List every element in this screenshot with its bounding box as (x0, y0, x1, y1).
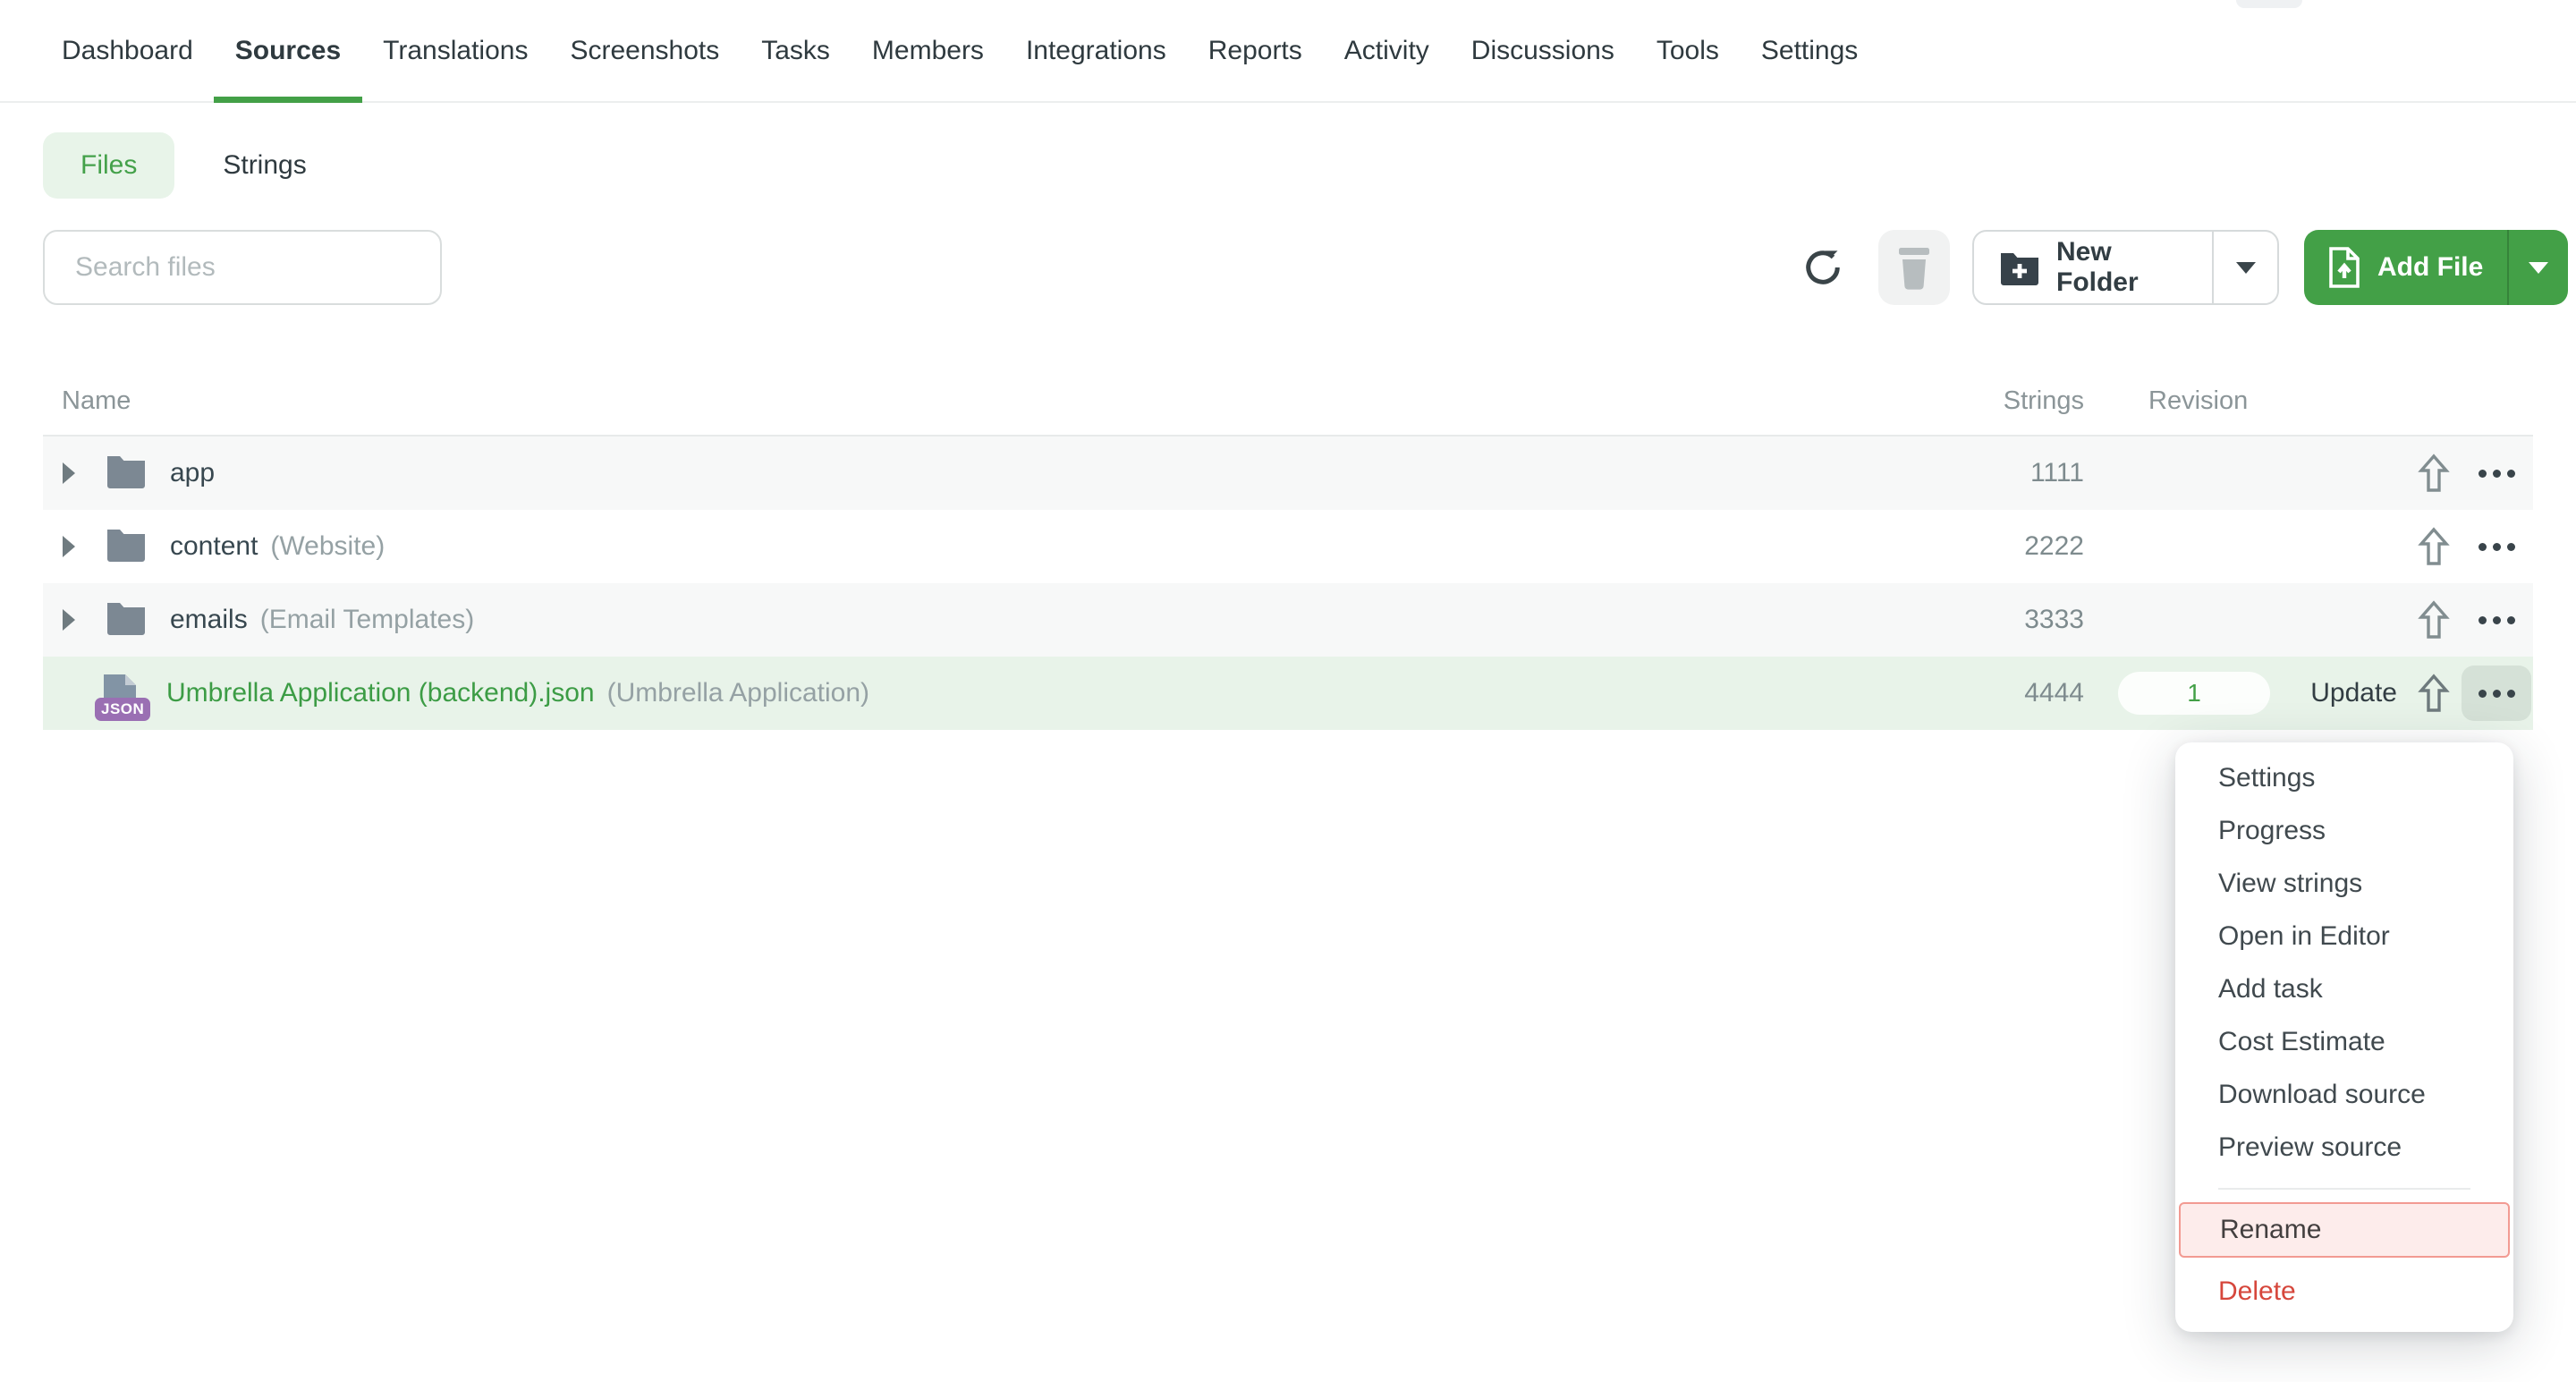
chevron-down-icon (2529, 262, 2548, 274)
folder-name[interactable]: content (170, 531, 258, 562)
folder-note: (Email Templates) (260, 605, 475, 635)
nav-item-members[interactable]: Members (872, 0, 984, 101)
expand-caret-icon[interactable] (63, 536, 89, 557)
menu-item-settings[interactable]: Settings (2175, 751, 2513, 804)
view-tabs: Files Strings (43, 132, 344, 199)
nav-item-dashboard[interactable]: Dashboard (62, 0, 193, 101)
upload-icon[interactable] (2413, 598, 2454, 642)
upload-icon[interactable] (2413, 524, 2454, 569)
folder-icon (106, 526, 147, 567)
expand-caret-icon[interactable] (63, 609, 89, 631)
table-row-emails[interactable]: emails (Email Templates) 3333 (43, 583, 2533, 657)
file-upload-icon (2327, 246, 2361, 289)
add-file-split-button: Add File (2304, 230, 2568, 305)
top-edge-artifact (2236, 0, 2302, 8)
nav-item-discussions[interactable]: Discussions (1471, 0, 1614, 101)
chevron-down-icon (2236, 262, 2256, 274)
refresh-icon (1800, 244, 1846, 291)
folder-icon (106, 599, 147, 640)
revision-badge[interactable]: 1 (2118, 672, 2270, 715)
menu-item-download-source[interactable]: Download source (2175, 1068, 2513, 1121)
strings-count: 4444 (1887, 678, 2084, 708)
add-file-label: Add File (2377, 252, 2483, 283)
folder-name[interactable]: app (170, 458, 215, 488)
delete-selected-button[interactable] (1878, 230, 1950, 305)
column-header-strings: Strings (1905, 386, 2084, 416)
new-folder-button[interactable]: New Folder (1974, 232, 2212, 303)
nav-item-sources[interactable]: Sources (235, 0, 341, 101)
nav-item-translations[interactable]: Translations (383, 0, 528, 101)
folder-plus-icon (1999, 250, 2040, 285)
file-name[interactable]: Umbrella Application (backend).json (166, 678, 595, 708)
refresh-button[interactable] (1796, 230, 1850, 305)
add-file-more-button[interactable] (2507, 230, 2568, 305)
row-menu-button[interactable] (2462, 592, 2531, 648)
new-folder-more-button[interactable] (2212, 232, 2277, 303)
json-badge: JSON (95, 698, 150, 721)
file-note: (Umbrella Application) (607, 678, 869, 708)
add-file-button[interactable]: Add File (2304, 230, 2507, 305)
upload-icon[interactable] (2413, 451, 2454, 496)
trash-icon (1894, 245, 1935, 290)
nav-item-settings[interactable]: Settings (1761, 0, 1858, 101)
menu-item-open-in-editor[interactable]: Open in Editor (2175, 910, 2513, 962)
search-input[interactable] (43, 230, 442, 305)
nav-item-tasks[interactable]: Tasks (761, 0, 830, 101)
folder-note: (Website) (270, 531, 385, 562)
nav-item-integrations[interactable]: Integrations (1026, 0, 1166, 101)
file-context-menu: Settings Progress View strings Open in E… (2175, 742, 2513, 1332)
tab-files[interactable]: Files (43, 132, 174, 199)
table-row-umbrella-json[interactable]: JSON Umbrella Application (backend).json… (43, 657, 2533, 730)
nav-item-activity[interactable]: Activity (1344, 0, 1429, 101)
folder-icon (106, 453, 147, 494)
menu-divider (2218, 1188, 2470, 1190)
menu-item-delete[interactable]: Delete (2175, 1265, 2513, 1318)
column-header-name: Name (62, 386, 131, 416)
project-navbar: Dashboard Sources Translations Screensho… (0, 0, 2576, 103)
expand-caret-icon[interactable] (63, 462, 89, 484)
menu-item-view-strings[interactable]: View strings (2175, 857, 2513, 910)
new-folder-split-button: New Folder (1972, 230, 2279, 305)
menu-item-add-task[interactable]: Add task (2175, 962, 2513, 1015)
row-menu-button[interactable] (2462, 519, 2531, 574)
menu-item-progress[interactable]: Progress (2175, 804, 2513, 857)
strings-count: 3333 (1887, 605, 2084, 635)
file-json-icon: JSON (102, 673, 143, 714)
row-menu-button-active[interactable] (2462, 666, 2531, 721)
upload-icon[interactable] (2413, 671, 2454, 716)
menu-item-preview-source[interactable]: Preview source (2175, 1121, 2513, 1174)
column-header-revision: Revision (2148, 386, 2248, 416)
nav-item-reports[interactable]: Reports (1208, 0, 1302, 101)
menu-item-rename[interactable]: Rename (2179, 1202, 2510, 1258)
new-folder-label: New Folder (2056, 237, 2187, 298)
table-header-row: Name Strings Revision (43, 385, 2533, 437)
table-row-app[interactable]: app 1111 (43, 437, 2533, 510)
files-table: Name Strings Revision app 1111 (43, 385, 2533, 730)
nav-item-tools[interactable]: Tools (1657, 0, 1719, 101)
folder-name[interactable]: emails (170, 605, 248, 635)
row-menu-button[interactable] (2462, 445, 2531, 501)
table-row-content[interactable]: content (Website) 2222 (43, 510, 2533, 583)
update-link[interactable]: Update (2310, 678, 2397, 708)
strings-count: 2222 (1887, 531, 2084, 562)
tab-strings[interactable]: Strings (185, 132, 343, 199)
menu-item-cost-estimate[interactable]: Cost Estimate (2175, 1015, 2513, 1068)
nav-item-screenshots[interactable]: Screenshots (570, 0, 719, 101)
strings-count: 1111 (1887, 458, 2084, 488)
